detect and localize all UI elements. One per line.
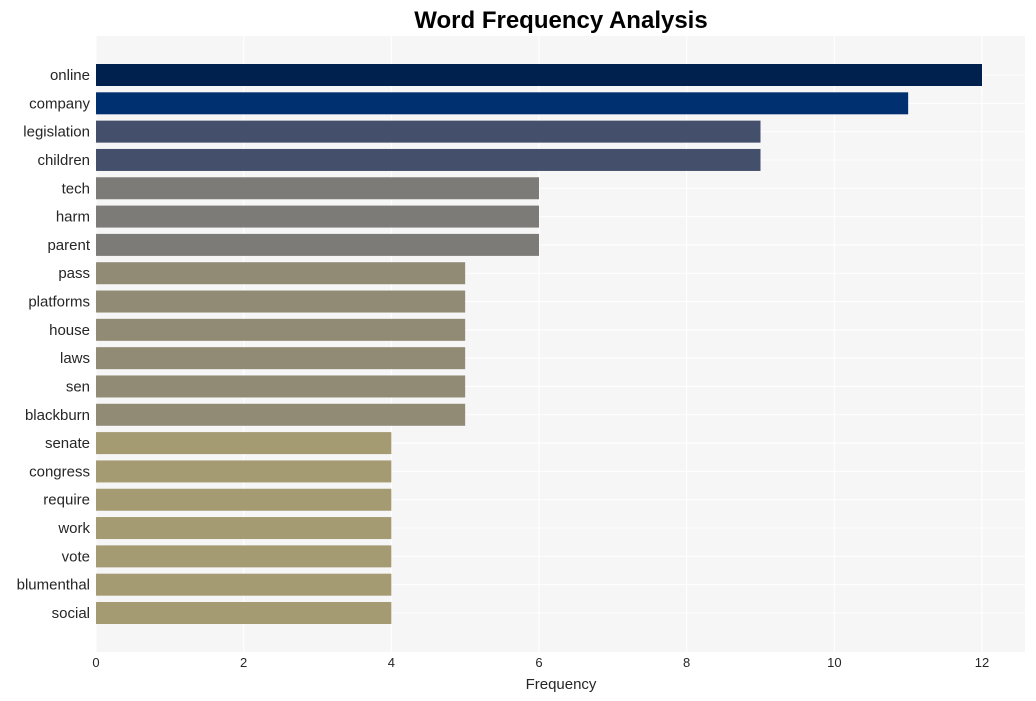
y-tick-label: company <box>29 95 90 112</box>
y-tick-label: house <box>49 322 90 339</box>
x-tick-labels: 0 2 4 6 8 10 12 <box>92 655 989 670</box>
bar-harm <box>96 205 539 228</box>
x-axis-label: Frequency <box>526 676 597 693</box>
bar-parent <box>96 233 539 256</box>
y-tick-labels: online company legislation children tech harm… <box>17 67 91 622</box>
y-tick-label: platforms <box>28 294 90 311</box>
bar-platforms <box>96 290 466 313</box>
y-tick-label: online <box>50 67 90 84</box>
x-tick-label: 4 <box>388 655 395 670</box>
bar-tech <box>96 177 539 200</box>
bar-sen <box>96 375 466 398</box>
x-tick-label: 12 <box>975 655 989 670</box>
bar-vote <box>96 545 392 568</box>
bar-social <box>96 602 392 624</box>
bar-pass <box>96 262 466 285</box>
y-tick-label: tech <box>62 180 90 197</box>
y-tick-label: blumenthal <box>17 577 90 594</box>
y-tick-label: legislation <box>23 124 90 141</box>
y-tick-label: congress <box>29 463 90 480</box>
x-tick-label: 6 <box>535 655 542 670</box>
bar-congress <box>96 460 392 483</box>
y-tick-label: pass <box>58 265 90 282</box>
bar-blackburn <box>96 403 466 426</box>
y-tick-label: children <box>37 152 90 169</box>
y-tick-label: senate <box>45 435 90 452</box>
y-tick-label: harm <box>56 209 90 226</box>
y-tick-label: vote <box>62 548 90 565</box>
y-tick-label: laws <box>60 350 90 367</box>
bar-house <box>96 318 466 341</box>
bar-online <box>96 64 982 86</box>
bar-work <box>96 517 392 540</box>
bar-blumenthal <box>96 573 392 596</box>
bar-company <box>96 92 909 115</box>
x-tick-label: 0 <box>92 655 99 670</box>
x-tick-label: 10 <box>827 655 841 670</box>
bar-senate <box>96 432 392 455</box>
bar-legislation <box>96 120 761 143</box>
y-tick-label: sen <box>66 378 90 395</box>
y-tick-label: social <box>52 605 90 622</box>
bar-children <box>96 148 761 171</box>
bar-laws <box>96 347 466 370</box>
x-tick-label: 2 <box>240 655 247 670</box>
word-frequency-chart: online company legislation children tech harm… <box>17 7 1025 693</box>
y-tick-label: blackburn <box>25 407 90 424</box>
y-tick-label: require <box>43 492 90 509</box>
x-tick-label: 8 <box>683 655 690 670</box>
bar-require <box>96 488 392 511</box>
y-tick-label: work <box>57 520 90 537</box>
y-tick-label: parent <box>47 237 90 254</box>
chart-title: Word Frequency Analysis <box>414 7 707 34</box>
